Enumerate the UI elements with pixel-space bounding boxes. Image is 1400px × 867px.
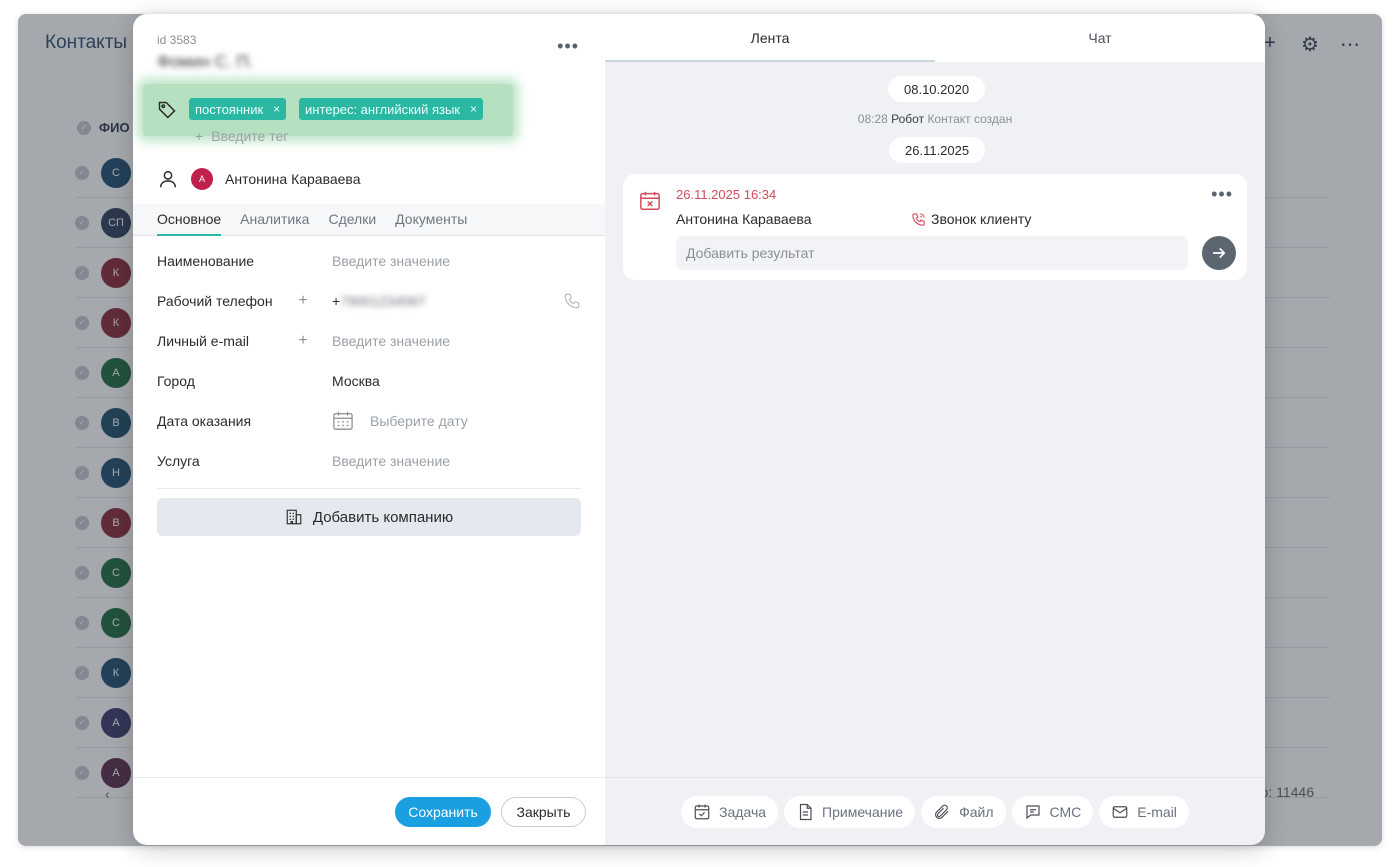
file-action-button[interactable]: Файл bbox=[921, 795, 1006, 828]
responsible-user[interactable]: А Антонина Караваева bbox=[157, 168, 361, 190]
date-separator: 08.10.2020 bbox=[888, 76, 986, 102]
send-result-button[interactable] bbox=[1202, 236, 1236, 270]
field-service: Услуга Введите значение bbox=[157, 449, 581, 473]
phone-icon[interactable] bbox=[563, 292, 581, 310]
task-result-input[interactable] bbox=[676, 236, 1188, 270]
field-service-date: Дата оказания Выберите дату bbox=[157, 409, 581, 433]
sms-icon bbox=[1025, 804, 1040, 819]
person-icon bbox=[159, 170, 177, 188]
tab-deals[interactable]: Сделки bbox=[328, 204, 376, 236]
more-horizontal-icon[interactable]: ••• bbox=[1211, 184, 1233, 205]
close-button[interactable]: Закрыть bbox=[501, 797, 586, 827]
details-footer: Сохранить Закрыть bbox=[133, 777, 605, 845]
calendar-overdue-icon bbox=[640, 191, 660, 210]
tab-feed[interactable]: Лента bbox=[605, 14, 935, 62]
task-type: Звонок клиенту bbox=[911, 211, 1031, 227]
divider bbox=[157, 488, 581, 489]
tag-remove-icon[interactable]: × bbox=[470, 102, 477, 116]
tag-item[interactable]: постоянник × bbox=[189, 98, 287, 120]
field-personal-email: Личный e-mail + Введите значение bbox=[157, 329, 581, 353]
tab-osnovnoe[interactable]: Основное bbox=[157, 204, 222, 236]
avatar: А bbox=[191, 168, 213, 190]
note-action-button[interactable]: Примечание bbox=[784, 795, 916, 828]
task-card: 26.11.2025 16:34 ••• Антонина Караваева … bbox=[623, 174, 1247, 280]
date-input[interactable]: Выберите дату bbox=[370, 413, 581, 429]
add-phone-icon[interactable]: + bbox=[293, 291, 313, 311]
add-company-button[interactable]: Добавить компанию bbox=[157, 498, 581, 536]
field-naimenovanie: Наименование Введите значение bbox=[157, 249, 581, 273]
robot-event: 08:28 Робот Контакт создан bbox=[857, 112, 1013, 126]
date-separator: 26.11.2025 bbox=[889, 137, 986, 163]
contact-modal: id 3583 Фомин С. П. ••• постоянник × инт… bbox=[133, 14, 1265, 845]
phone-input[interactable]: +79001234567 bbox=[332, 293, 563, 309]
sms-action-button[interactable]: СМС bbox=[1011, 795, 1094, 828]
task-action-button[interactable]: Задача bbox=[681, 795, 779, 828]
city-input[interactable]: Москва bbox=[332, 373, 581, 389]
contact-name[interactable]: Фомин С. П. bbox=[157, 52, 253, 72]
email-action-button[interactable]: E-mail bbox=[1099, 795, 1189, 828]
responsible-name: Антонина Караваева bbox=[225, 171, 361, 187]
add-email-icon[interactable]: + bbox=[293, 331, 313, 351]
add-tag-input[interactable]: + Введите тег bbox=[195, 128, 288, 144]
feed-tabs: Лента Чат bbox=[605, 14, 1265, 62]
service-input[interactable]: Введите значение bbox=[332, 453, 581, 469]
tab-documents[interactable]: Документы bbox=[395, 204, 467, 236]
save-button[interactable]: Сохранить bbox=[395, 797, 491, 827]
feed-actions: Задача Примечание Файл СМС E-mail bbox=[605, 777, 1265, 845]
note-icon bbox=[799, 803, 812, 820]
contact-details-panel: id 3583 Фомин С. П. ••• постоянник × инт… bbox=[133, 14, 605, 845]
tab-chat[interactable]: Чат bbox=[935, 14, 1265, 62]
calendar-icon[interactable] bbox=[332, 411, 354, 431]
field-work-phone: Рабочий телефон + +79001234567 bbox=[157, 289, 581, 313]
paperclip-icon bbox=[935, 804, 949, 819]
details-tabs: Основное Аналитика Сделки Документы bbox=[133, 204, 605, 236]
task-datetime[interactable]: 26.11.2025 16:34 bbox=[676, 187, 776, 202]
contact-id: id 3583 bbox=[157, 33, 197, 47]
tag-item[interactable]: интерес: английский язык × bbox=[299, 98, 484, 120]
arrow-right-icon bbox=[1213, 247, 1226, 259]
task-assignee[interactable]: Антонина Караваева bbox=[676, 211, 812, 227]
email-input[interactable]: Введите значение bbox=[332, 333, 581, 349]
tag-remove-icon[interactable]: × bbox=[273, 102, 280, 116]
name-input[interactable]: Введите значение bbox=[332, 253, 581, 269]
plus-icon: + bbox=[195, 128, 204, 144]
more-horizontal-icon[interactable]: ••• bbox=[557, 36, 579, 57]
field-city: Город Москва bbox=[157, 369, 581, 393]
tab-analytics[interactable]: Аналитика bbox=[240, 204, 309, 236]
phone-call-icon bbox=[912, 212, 925, 226]
envelope-icon bbox=[1112, 805, 1128, 818]
building-icon bbox=[286, 509, 302, 525]
tag-icon bbox=[158, 101, 176, 119]
feed-panel: Лента Чат 08.10.2020 08:28 Робот Контакт… bbox=[605, 14, 1265, 845]
task-icon bbox=[694, 804, 710, 819]
